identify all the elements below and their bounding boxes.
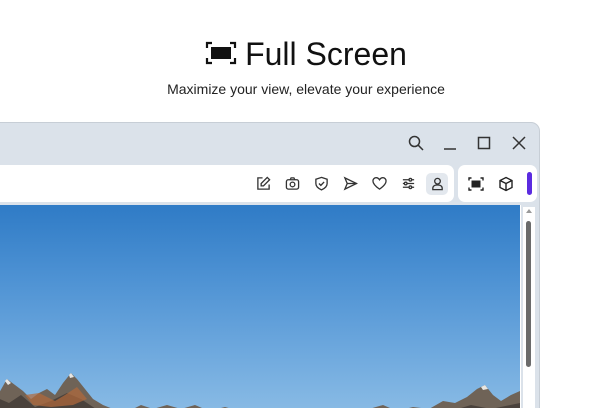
mountain-landscape-photo — [0, 205, 520, 408]
hero-heading: Full Screen — [205, 34, 407, 74]
browser-window — [0, 122, 540, 408]
favorite-button[interactable] — [368, 173, 390, 195]
shield-check-icon — [314, 176, 328, 191]
settings-button[interactable] — [397, 173, 419, 195]
vertical-scrollbar[interactable] — [523, 207, 535, 408]
address-bar[interactable] — [0, 165, 454, 202]
profile-icon — [431, 177, 443, 191]
screenshot-button[interactable] — [281, 173, 303, 195]
scroll-up-icon[interactable] — [526, 209, 532, 213]
page-subtitle: Maximize your view, elevate your experie… — [167, 81, 445, 97]
search-icon — [408, 135, 424, 151]
shield-button[interactable] — [310, 173, 332, 195]
mountains-graphic — [0, 373, 520, 408]
minimize-button[interactable] — [439, 132, 461, 154]
maximize-icon — [477, 136, 491, 150]
sliders-icon — [402, 177, 414, 190]
page-content — [0, 205, 521, 408]
cube-icon — [499, 176, 513, 191]
fullscreen-icon — [205, 36, 237, 73]
page-title: Full Screen — [245, 35, 407, 72]
title-bar — [0, 123, 539, 163]
hero-section: Full Screen Maximize your view, elevate … — [0, 34, 612, 98]
toolbar — [245, 165, 454, 202]
extensions-button[interactable] — [495, 173, 517, 195]
fullscreen-button[interactable] — [465, 173, 487, 195]
heart-icon — [371, 177, 387, 190]
minimize-icon — [444, 148, 456, 150]
scroll-thumb[interactable] — [526, 221, 531, 367]
edit-icon — [256, 176, 271, 190]
accent-indicator — [527, 172, 532, 195]
send-button[interactable] — [339, 173, 361, 195]
fullscreen-icon — [468, 176, 484, 191]
edit-button[interactable] — [252, 173, 274, 195]
camera-icon — [285, 177, 299, 190]
close-button[interactable] — [508, 132, 530, 154]
profile-button[interactable] — [426, 172, 448, 195]
side-panel — [458, 165, 537, 202]
search-button[interactable] — [405, 132, 427, 154]
maximize-button[interactable] — [473, 132, 495, 154]
close-icon — [512, 136, 526, 150]
send-icon — [343, 176, 358, 191]
